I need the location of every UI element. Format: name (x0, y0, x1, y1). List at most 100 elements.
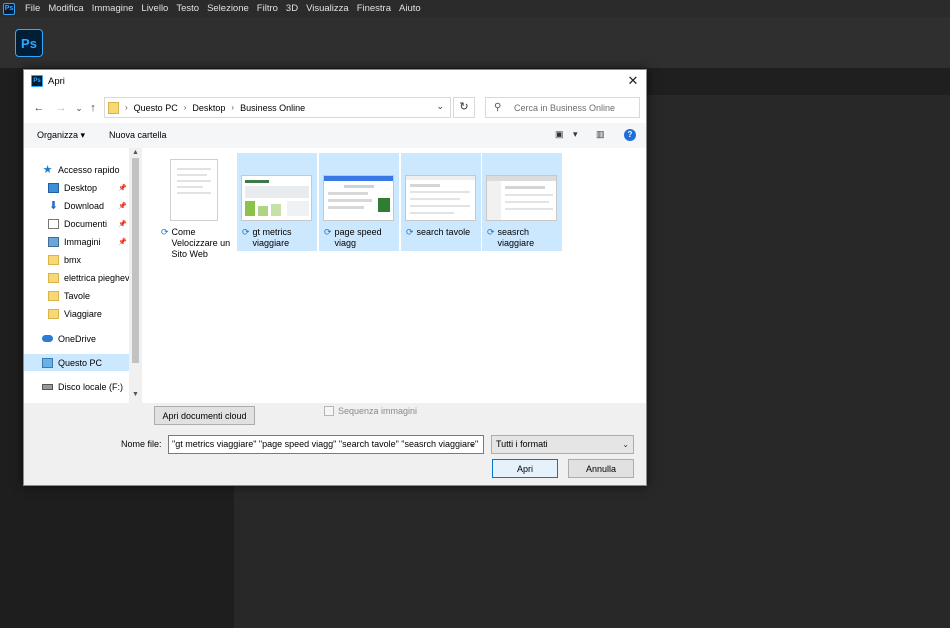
folder-icon (48, 290, 59, 301)
chevron-down-icon[interactable]: ⌄ (469, 439, 476, 448)
sidebar-item-immagini[interactable]: Immagini 📌 (24, 233, 129, 250)
sync-icon: ⟳ (324, 227, 332, 237)
sidebar-item-desktop[interactable]: Desktop 📌 (24, 179, 129, 196)
ps-menubar: Ps File Modifica Immagine Livello Testo … (0, 0, 950, 17)
cloud-icon (42, 335, 53, 342)
help-icon[interactable]: ? (624, 129, 636, 141)
image-sequence-label: Sequenza immagini (338, 406, 418, 416)
preview-pane-icon[interactable]: ▥ (596, 129, 605, 140)
command-bar: Organizza ▾ Nuova cartella ▣ ▾ ▥ ? (24, 123, 646, 148)
ps-home-logo[interactable]: Ps (15, 29, 43, 57)
scroll-up-icon[interactable]: ▲ (129, 149, 142, 156)
chevron-down-icon[interactable]: ⌄ (436, 101, 444, 112)
filename-input[interactable]: "gt metrics viaggiare" "page speed viagg… (168, 435, 484, 454)
file-tile[interactable]: ⟳ gt metrics viaggiare (237, 153, 317, 251)
sidebar-item-label: Download (64, 200, 105, 211)
dialog-title: Apri (48, 75, 65, 87)
organize-button[interactable]: Organizza ▾ (37, 130, 85, 141)
filetype-select[interactable]: Tutti i formati ⌄ (491, 435, 634, 454)
computer-icon (42, 357, 53, 368)
search-box[interactable]: ⚲ (485, 97, 640, 118)
sidebar-item-label: bmx (64, 254, 82, 265)
menu-testo[interactable]: Testo (172, 0, 203, 17)
sidebar-item-tavole[interactable]: Tavole (24, 287, 129, 304)
sidebar-item-documenti[interactable]: Documenti 📌 (24, 215, 129, 232)
open-cloud-documents-button[interactable]: Apri documenti cloud (154, 406, 255, 425)
sidebar-item-label: Immagini (64, 236, 101, 247)
image-thumbnail (323, 175, 394, 221)
address-bar[interactable]: › Questo PC › Desktop › Business Online … (104, 97, 451, 118)
pin-icon: 📌 (118, 220, 127, 228)
sidebar-item-accesso-rapido[interactable]: ★ Accesso rapido (24, 161, 129, 178)
menu-finestra[interactable]: Finestra (353, 0, 395, 17)
refresh-icon[interactable]: ↻ (453, 97, 475, 118)
open-file-dialog: Ps Apri ✕ ← → ⌄ ↑ › Questo PC › Desktop … (23, 69, 647, 486)
file-name: seasrch viaggiare (497, 227, 535, 248)
file-name: Come Velocizzare un Sito Web (171, 227, 231, 259)
scrollbar-thumb[interactable] (132, 158, 139, 363)
sync-icon: ⟳ (406, 227, 414, 237)
open-button[interactable]: Apri (492, 459, 558, 478)
pin-icon: 📌 (118, 238, 127, 246)
image-sequence-option[interactable]: Sequenza immagini (324, 406, 417, 416)
new-folder-button[interactable]: Nuova cartella (109, 130, 167, 140)
filename-label: Nome file: (121, 439, 162, 449)
cancel-button[interactable]: Annulla (568, 459, 634, 478)
file-tile[interactable]: ⟳ seasrch viaggiare (482, 153, 562, 251)
forward-arrow-icon[interactable]: → (54, 101, 68, 115)
sync-icon: ⟳ (242, 227, 250, 237)
sidebar-item-download[interactable]: ⬇ Download 📌 (24, 197, 129, 214)
file-list: ⟳ Come Velocizzare un Sito Web ⟳ gt metr… (142, 148, 646, 403)
star-icon: ★ (42, 163, 53, 176)
sidebar-item-disco-locale[interactable]: Disco locale (F:) (24, 378, 129, 395)
sidebar-item-label: Viaggiare (64, 308, 102, 319)
close-icon[interactable]: ✕ (625, 73, 641, 89)
dialog-footer: Apri documenti cloud Sequenza immagini N… (24, 403, 646, 485)
pin-icon: 📌 (118, 184, 127, 192)
breadcrumb-desktop[interactable]: Desktop (192, 103, 225, 113)
file-name: page speed viagg (334, 227, 382, 248)
menu-selezione[interactable]: Selezione (203, 0, 253, 17)
sidebar-item-label: Disco locale (F:) (58, 381, 124, 392)
back-arrow-icon[interactable]: ← (32, 101, 46, 115)
menu-immagine[interactable]: Immagine (88, 0, 138, 17)
folder-icon (48, 272, 59, 283)
menu-3d[interactable]: 3D (282, 0, 302, 17)
menu-visualizza[interactable]: Visualizza (302, 0, 353, 17)
image-sequence-checkbox[interactable] (324, 406, 334, 416)
menu-aiuto[interactable]: Aiuto (395, 0, 425, 17)
image-thumbnail (486, 175, 557, 221)
sidebar-item-elettrica-pieghevole[interactable]: elettrica pieghevole (24, 269, 142, 286)
view-dropdown-icon[interactable]: ▾ (573, 129, 578, 140)
sidebar-item-onedrive[interactable]: OneDrive (24, 330, 129, 347)
menu-file[interactable]: File (21, 0, 44, 17)
file-tile[interactable]: ⟳ page speed viagg (319, 153, 399, 251)
up-arrow-icon[interactable]: ↑ (86, 101, 100, 115)
sidebar-item-label: Tavole (64, 290, 91, 301)
sidebar-scrollbar[interactable]: ▲ ▼ (129, 148, 142, 403)
download-icon: ⬇ (48, 199, 59, 212)
recent-locations-icon[interactable]: ⌄ (72, 101, 86, 115)
menu-livello[interactable]: Livello (137, 0, 172, 17)
search-input[interactable] (514, 102, 639, 113)
view-options-icon[interactable]: ▣ (555, 129, 564, 140)
file-tile[interactable]: ⟳ Come Velocizzare un Sito Web (156, 153, 236, 259)
menu-filtro[interactable]: Filtro (253, 0, 282, 17)
image-thumbnail (405, 175, 476, 221)
dialog-titlebar: Ps Apri ✕ (24, 70, 646, 92)
chevron-down-icon: ⌄ (622, 440, 629, 449)
file-tile[interactable]: ⟳ search tavole (401, 153, 481, 251)
sidebar-item-label: Questo PC (58, 357, 103, 368)
sidebar-item-questo-pc[interactable]: Questo PC (24, 354, 129, 371)
sidebar-item-bmx[interactable]: bmx (24, 251, 129, 268)
image-thumbnail (241, 175, 312, 221)
pin-icon: 📌 (118, 202, 127, 210)
scroll-down-icon[interactable]: ▼ (129, 391, 142, 398)
drive-icon (42, 383, 53, 390)
ps-dialog-icon: Ps (31, 75, 43, 87)
sidebar-item-viaggiare[interactable]: Viaggiare (24, 305, 129, 322)
breadcrumb-separator: › (183, 103, 187, 112)
breadcrumb-questo-pc[interactable]: Questo PC (134, 103, 178, 113)
breadcrumb-business-online[interactable]: Business Online (240, 103, 305, 113)
menu-modifica[interactable]: Modifica (44, 0, 87, 17)
